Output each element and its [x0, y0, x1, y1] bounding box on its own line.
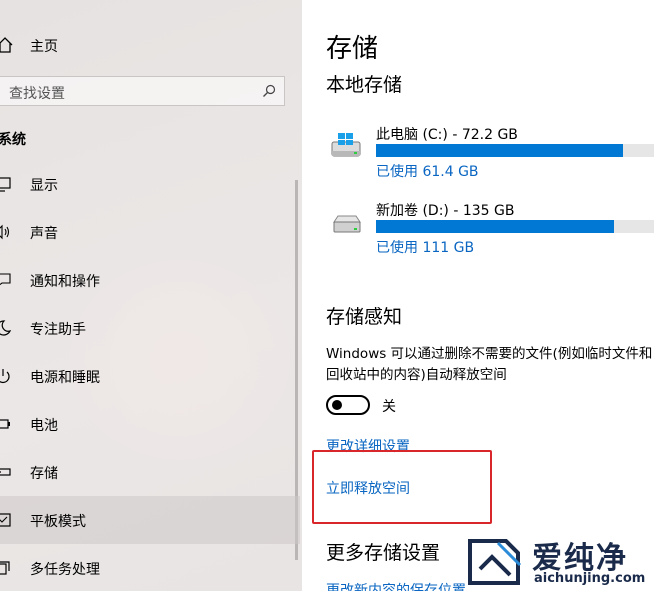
- change-save-location-link[interactable]: 更改新内容的保存位置: [326, 580, 466, 591]
- sidebar-item-sound[interactable]: 声音: [0, 208, 300, 256]
- sidebar-item-tablet-mode[interactable]: 平板模式: [0, 496, 300, 544]
- sidebar-item-power[interactable]: 电源和睡眠: [0, 352, 300, 400]
- storage-sense-description: Windows 可以通过删除不需要的文件(例如临时文件和回收站中的内容)自动释放…: [326, 346, 653, 383]
- notification-icon: [0, 273, 11, 286]
- more-storage-heading: 更多存储设置: [326, 542, 441, 564]
- drive-usage-fill: [376, 144, 623, 157]
- drive-usage-bar: [376, 220, 654, 233]
- storage-icon: [0, 468, 11, 476]
- sidebar-item-battery[interactable]: 电池: [0, 400, 300, 448]
- sidebar-item-label: 声音: [30, 226, 58, 242]
- home-icon: [0, 37, 13, 53]
- sidebar-item-label: 通知和操作: [30, 274, 100, 290]
- drive-usage-fill: [376, 220, 614, 233]
- sidebar-item-label: 存储: [30, 466, 58, 482]
- tablet-icon: [0, 513, 11, 527]
- local-storage-heading: 本地存储: [326, 74, 403, 96]
- drive-used-text: 已使用 61.4 GB: [376, 164, 479, 180]
- toggle-state-label: 关: [382, 399, 396, 415]
- sidebar-item-label: 显示: [30, 178, 58, 194]
- sound-icon: [0, 224, 10, 240]
- sidebar-item-label: 多任务处理: [30, 562, 100, 578]
- sidebar-item-label: 专注助手: [30, 322, 86, 338]
- drive-d[interactable]: 新加卷 (D:) - 135 GB 已使用 111 GB: [326, 200, 654, 260]
- sidebar-item-label: 平板模式: [30, 514, 86, 530]
- drive-usage-bar: [376, 144, 654, 157]
- sidebar-home-label: 主页: [30, 39, 58, 55]
- drive-c[interactable]: 此电脑 (C:) - 72.2 GB 已使用 61.4 GB: [326, 124, 654, 184]
- sidebar-item-storage[interactable]: 存储: [0, 448, 300, 496]
- sidebar-home[interactable]: 主页: [0, 30, 300, 60]
- sidebar: 主页 查找设置 系统 显示 声音 通知和操作 专注助手 电源和睡眠 电池 存储 …: [0, 0, 302, 591]
- watermark-logo-icon: [468, 539, 522, 585]
- sidebar-section-title: 系统: [0, 132, 26, 148]
- sidebar-item-display[interactable]: 显示: [0, 160, 300, 208]
- main-content: 存储 本地存储 此电脑 (C:) - 72.2 GB 已使用 61.4 GB 新…: [302, 0, 654, 591]
- sidebar-item-multitasking[interactable]: 多任务处理: [0, 544, 300, 591]
- sidebar-item-label: 电源和睡眠: [30, 370, 100, 386]
- watermark-url: aichunjing.com: [534, 571, 646, 586]
- highlight-box: [312, 450, 492, 524]
- moon-icon: [0, 320, 12, 336]
- storage-sense-heading: 存储感知: [326, 306, 403, 328]
- sidebar-item-label: 电池: [30, 418, 58, 434]
- sidebar-item-focus-assist[interactable]: 专注助手: [0, 304, 300, 352]
- search-input[interactable]: 查找设置: [0, 76, 285, 106]
- battery-icon: [0, 419, 10, 429]
- watermark: 爱纯净 aichunjing.com: [464, 531, 654, 591]
- search-icon: [263, 84, 276, 97]
- drive-name: 新加卷 (D:) - 135 GB: [376, 203, 515, 219]
- search-placeholder: 查找设置: [9, 86, 65, 102]
- toggle-knob: [332, 400, 342, 410]
- display-icon: [0, 177, 11, 192]
- windows-drive-icon: [331, 133, 361, 157]
- power-icon: [0, 369, 10, 383]
- drive-name: 此电脑 (C:) - 72.2 GB: [376, 127, 518, 143]
- storage-sense-toggle[interactable]: [326, 395, 370, 415]
- multitask-icon: [0, 561, 10, 575]
- drive-used-text: 已使用 111 GB: [376, 240, 475, 256]
- page-title: 存储: [326, 34, 379, 64]
- drive-icon: [333, 215, 361, 233]
- sidebar-item-notifications[interactable]: 通知和操作: [0, 256, 300, 304]
